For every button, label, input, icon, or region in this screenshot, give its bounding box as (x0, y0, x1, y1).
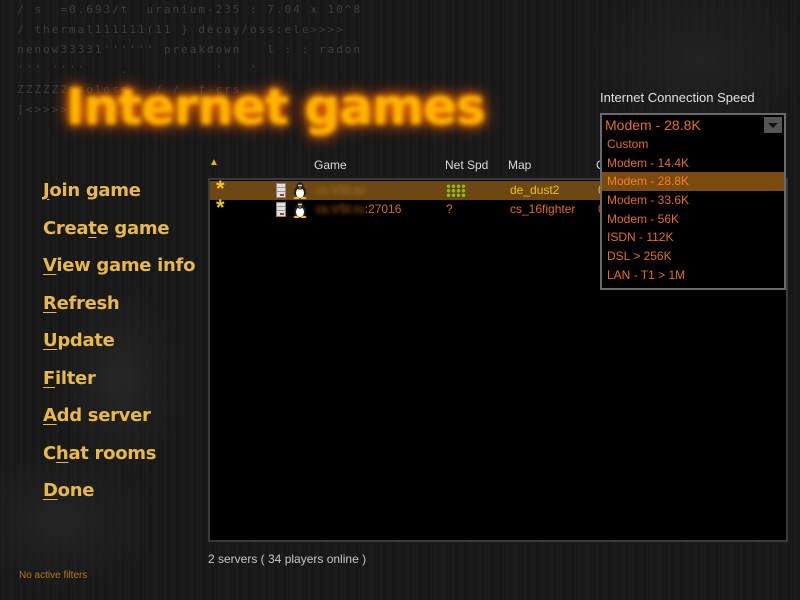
server-map: de_dust2 (510, 183, 560, 197)
dedicated-server-icon (276, 202, 286, 217)
filter-status: No active filters (19, 570, 88, 581)
menu-item-chat-rooms[interactable]: Chat rooms (43, 441, 195, 479)
menu-item-view-game-info[interactable]: View game info (43, 253, 195, 291)
connection-speed-label: Internet Connection Speed (600, 90, 755, 105)
speed-option[interactable]: Custom (602, 135, 784, 154)
connection-speed-current[interactable]: Modem - 28.8K (605, 117, 701, 133)
speed-option[interactable]: LAN - T1 > 1M (602, 266, 784, 285)
main-menu: Join game Create game View game info Refres… (43, 178, 195, 516)
speed-option[interactable]: DSL > 256K (602, 247, 784, 266)
sort-indicator-icon[interactable]: ▲ (209, 157, 219, 168)
column-header-netspd[interactable]: Net Spd (445, 158, 488, 172)
connection-speed-dropdown[interactable]: Modem - 28.8K Custom Modem - 14.4K Modem -… (600, 113, 786, 290)
dedicated-server-icon (276, 183, 286, 198)
server-game-name: cs.VSI.ru (316, 183, 365, 197)
column-header-map[interactable]: Map (508, 158, 531, 172)
linux-tux-icon (293, 201, 307, 218)
net-speed-signal-icon (446, 184, 466, 197)
menu-item-filter[interactable]: Filter (43, 366, 195, 404)
column-header-game[interactable]: Game (314, 158, 347, 172)
favorite-star-icon: * (216, 195, 225, 220)
menu-item-refresh[interactable]: Refresh (43, 291, 195, 329)
page-title: Internet games (66, 78, 486, 136)
dropdown-arrow-icon[interactable] (764, 117, 782, 133)
connection-speed-options: Custom Modem - 14.4K Modem - 28.8K Modem - … (602, 135, 784, 285)
speed-option[interactable]: Modem - 56K (602, 210, 784, 229)
menu-item-create-game[interactable]: Create game (43, 216, 195, 254)
speed-option[interactable]: Modem - 28.8K (602, 172, 784, 192)
menu-item-join-game[interactable]: Join game (43, 178, 195, 216)
speed-option[interactable]: Modem - 14.4K (602, 154, 784, 173)
server-count-status: 2 servers ( 34 players online ) (208, 552, 367, 566)
menu-item-done[interactable]: Done (43, 478, 195, 516)
speed-option[interactable]: Modem - 33.6K (602, 191, 784, 210)
server-net-speed: ? (446, 202, 453, 216)
menu-item-add-server[interactable]: Add server (43, 403, 195, 441)
server-map: cs_16fighter (510, 202, 576, 216)
server-game-name: cs.VSI.ru:27016 (316, 202, 402, 216)
menu-item-update[interactable]: Update (43, 328, 195, 366)
linux-tux-icon (293, 182, 307, 199)
speed-option[interactable]: ISDN - 112K (602, 228, 784, 247)
